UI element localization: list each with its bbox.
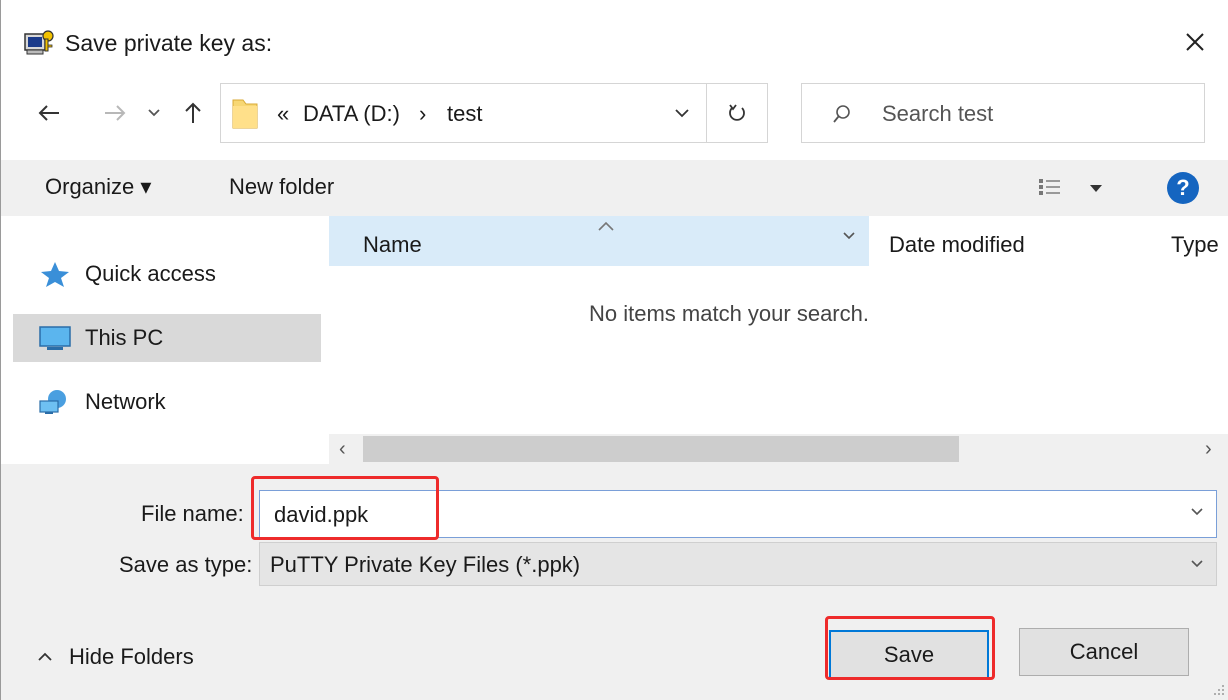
save-dialog: Save private key as: « DATA (D:) › test … [0, 0, 1228, 700]
folder-icon [231, 96, 259, 135]
savetype-select[interactable]: PuTTY Private Key Files (*.ppk) [259, 542, 1217, 586]
column-header-date-modified[interactable]: Date modified [889, 232, 1025, 258]
close-icon [1186, 33, 1204, 51]
chevron-down-icon[interactable] [842, 230, 856, 242]
file-list: Name Date modified Type No items match y… [329, 216, 1228, 464]
hide-folders-label: Hide Folders [69, 644, 194, 669]
sidebar-item-label: Network [85, 389, 166, 414]
forward-button[interactable] [95, 91, 135, 135]
horizontal-scrollbar[interactable]: ‹ › [329, 434, 1228, 464]
column-header-name[interactable]: Name [329, 216, 869, 266]
scroll-right-icon[interactable]: › [1205, 438, 1212, 461]
resize-grip-icon[interactable] [1211, 682, 1225, 696]
chevron-down-icon [1191, 560, 1203, 568]
recent-locations-button[interactable] [141, 91, 167, 135]
filename-label: File name: [141, 501, 244, 526]
save-button[interactable]: Save [829, 630, 989, 680]
network-icon [37, 388, 77, 416]
help-icon[interactable]: ? [1167, 172, 1199, 204]
window-title: Save private key as: [65, 30, 273, 56]
up-button[interactable] [173, 91, 213, 135]
sidebar-item-network[interactable]: Network [33, 378, 321, 426]
address-bar[interactable]: « DATA (D:) › test [220, 83, 706, 143]
organize-button[interactable]: Organize ▾ [45, 174, 151, 200]
filename-field[interactable]: david.ppk [259, 490, 1217, 538]
empty-results-message: No items match your search. [589, 301, 869, 326]
chevron-down-icon[interactable] [1190, 507, 1204, 517]
cancel-button[interactable]: Cancel [1019, 628, 1189, 676]
refresh-icon [729, 104, 745, 121]
back-button[interactable] [29, 91, 69, 135]
chevron-down-icon [675, 109, 689, 118]
breadcrumb-separator: › [419, 101, 427, 126]
column-header-type[interactable]: Type [1171, 232, 1219, 258]
savetype-value: PuTTY Private Key Files (*.ppk) [270, 552, 581, 577]
sidebar-item-label: Quick access [85, 261, 216, 286]
sort-ascending-icon [598, 221, 614, 231]
hide-folders-button[interactable]: Hide Folders [37, 644, 194, 670]
puttygen-icon [23, 28, 55, 58]
computer-icon [37, 324, 77, 352]
address-dropdown-button[interactable] [658, 83, 706, 143]
scroll-left-icon[interactable]: ‹ [339, 438, 346, 461]
breadcrumb-data-drive[interactable]: DATA (D:) [303, 101, 400, 127]
search-placeholder: Search test [882, 101, 994, 126]
column-header-name-label: Name [363, 232, 422, 257]
savetype-label: Save as type: [119, 552, 253, 577]
chevron-down-icon [1090, 185, 1102, 192]
search-icon [833, 105, 850, 123]
navigation-pane: Quick access This PC Network [1, 216, 329, 464]
close-button[interactable] [1173, 22, 1217, 62]
chevron-up-icon [38, 652, 52, 661]
back-arrow-icon [38, 105, 59, 121]
scrollbar-thumb[interactable] [363, 436, 959, 462]
breadcrumb-overflow[interactable]: « [277, 101, 289, 127]
save-form-area: File name: david.ppk Save as type: PuTTY… [1, 464, 1228, 700]
title-bar: Save private key as: [1, 0, 1228, 86]
view-list-icon [1039, 179, 1060, 195]
column-header-row: Name Date modified Type [329, 216, 1228, 266]
sidebar-item-this-pc[interactable]: This PC [13, 314, 321, 362]
breadcrumb-test[interactable]: test [447, 101, 482, 127]
sidebar-item-label: This PC [85, 325, 164, 350]
command-toolbar: Organize ▾ New folder ? [1, 160, 1228, 216]
forward-arrow-icon [105, 105, 126, 121]
chevron-down-icon [148, 109, 160, 117]
search-input[interactable]: Search test [801, 83, 1205, 143]
star-icon [37, 260, 77, 288]
view-options-button[interactable] [1037, 176, 1107, 202]
new-folder-button[interactable]: New folder [229, 174, 334, 200]
sidebar-item-quick-access[interactable]: Quick access [33, 250, 321, 298]
refresh-button[interactable] [706, 83, 768, 143]
up-arrow-icon [185, 102, 201, 123]
filename-value: david.ppk [274, 502, 369, 527]
